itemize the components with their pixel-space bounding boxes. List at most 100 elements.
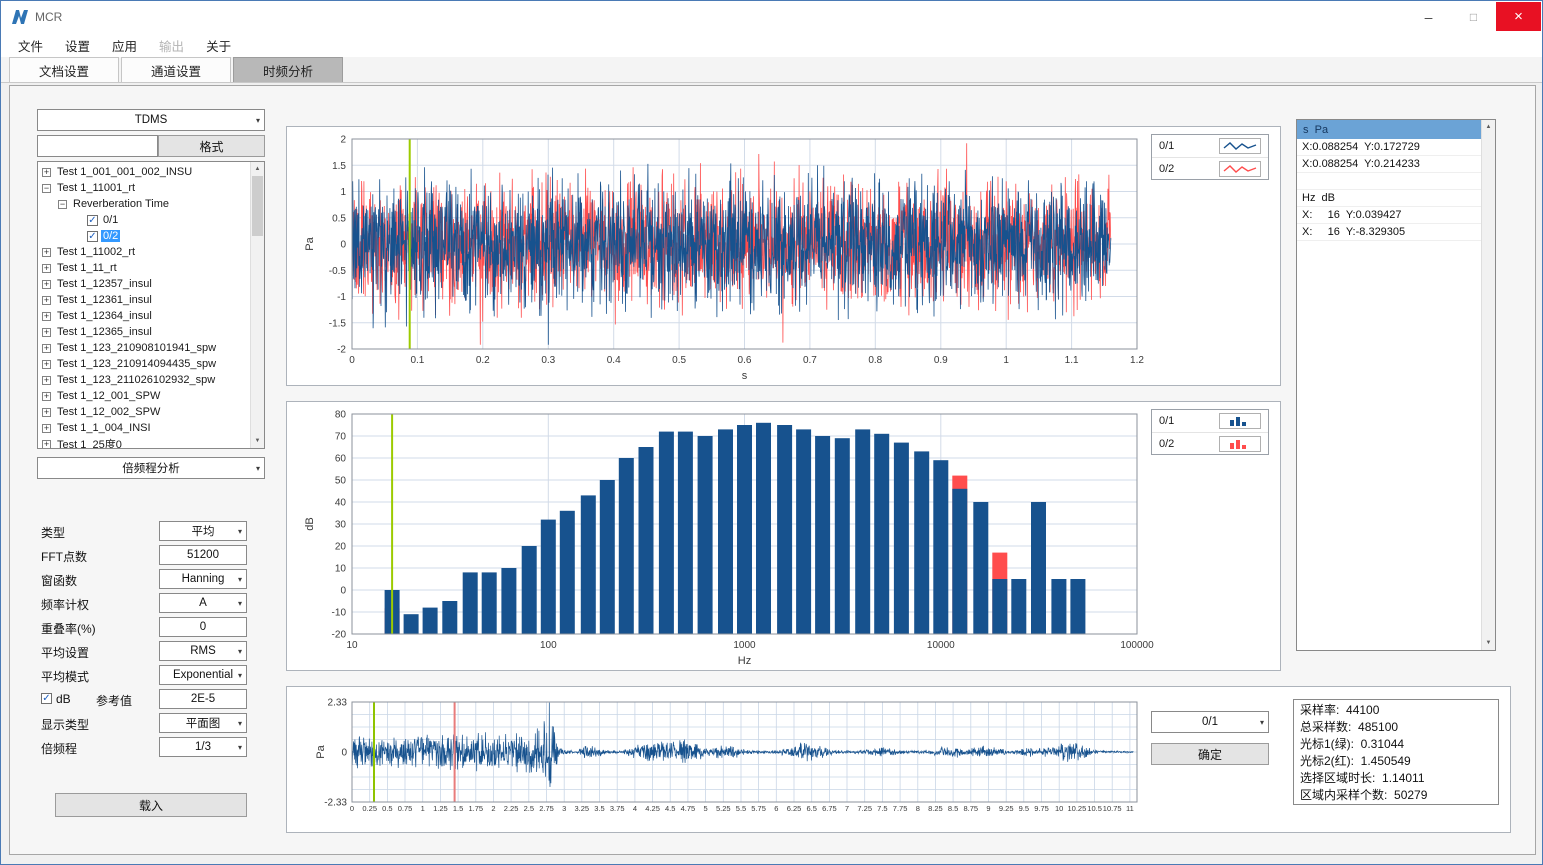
tabbar: 文档设置通道设置时频分析 — [1, 57, 1542, 83]
readout-row: X: 16 Y:0.039427 — [1297, 207, 1481, 224]
svg-text:0.6: 0.6 — [738, 355, 752, 366]
tree-item[interactable]: +Test 1_123_211026102932_spw — [38, 372, 264, 388]
expand-icon[interactable]: + — [42, 280, 51, 289]
collapse-icon[interactable]: − — [58, 200, 67, 209]
svg-text:0: 0 — [341, 748, 347, 759]
tree-item-label: Test 1_12_002_SPW — [55, 406, 162, 418]
field-average-mode[interactable]: Exponential▾ — [159, 665, 247, 685]
field-window-function[interactable]: Hanning▾ — [159, 569, 247, 589]
tree-item[interactable]: ✓0/1 — [38, 212, 264, 228]
tree-item[interactable]: + Test 1_12_002_SPW — [38, 404, 264, 420]
scroll-down-icon[interactable]: ▼ — [1482, 636, 1495, 650]
legend-item-0-1[interactable]: 0/1 — [1152, 410, 1268, 432]
menu-item-settings[interactable]: 设置 — [54, 33, 101, 57]
load-button[interactable]: 载入 — [55, 793, 247, 817]
expand-icon[interactable]: + — [42, 408, 51, 417]
tree-item-label: 0/1 — [101, 214, 120, 226]
field-value: 1/3 — [195, 741, 211, 753]
channel-select[interactable]: 0/1▾ — [1151, 711, 1269, 733]
expand-icon[interactable]: + — [42, 392, 51, 401]
svg-text:2: 2 — [340, 135, 346, 146]
tree-item[interactable]: +Test 1_11_rt — [38, 260, 264, 276]
tree-item[interactable]: +Test 1_25度0 — [38, 436, 264, 449]
tree-item-label: Test 1_11002_rt — [55, 246, 137, 258]
tree-item[interactable]: +Test 1_12357_insul — [38, 276, 264, 292]
expand-icon[interactable]: + — [42, 296, 51, 305]
tree-item[interactable]: +Test 1_12361_insul — [38, 292, 264, 308]
legend-item-0-2[interactable]: 0/2 — [1152, 432, 1268, 454]
analysis-type-select[interactable]: 倍频程分析▾ — [37, 457, 265, 479]
svg-text:7: 7 — [845, 804, 849, 813]
tab-channel-settings[interactable]: 通道设置 — [121, 57, 231, 82]
tab-time-frequency-analysis[interactable]: 时频分析 — [233, 57, 343, 82]
tree-item-label: Test 1_123_210908101941_spw — [55, 342, 218, 354]
scroll-down-icon[interactable]: ▼ — [251, 434, 264, 448]
tree-item[interactable]: +Test 1_12_001_SPW — [38, 388, 264, 404]
tree-item[interactable]: +Test 1_1_004_INSI — [38, 420, 264, 436]
time-waveform-chart[interactable]: 00.10.20.30.40.50.60.70.80.911.11.221.51… — [286, 126, 1281, 386]
tree-scrollbar[interactable]: ▲ ▼ — [250, 162, 264, 448]
format-button[interactable]: 格式 — [158, 135, 265, 157]
analysis-type-value: 倍频程分析 — [122, 460, 180, 476]
chevron-down-icon: ▾ — [238, 575, 242, 584]
svg-text:1.25: 1.25 — [433, 804, 448, 813]
expand-icon[interactable]: + — [42, 312, 51, 321]
tree-item[interactable]: ✓0/2 — [38, 228, 264, 244]
tree-item[interactable]: +Test 1_123_210914094435_spw — [38, 356, 264, 372]
confirm-button[interactable]: 确定 — [1151, 743, 1269, 765]
expand-icon[interactable]: + — [42, 248, 51, 257]
menu-item-about[interactable]: 关于 — [195, 33, 242, 57]
tree-item-label: Test 1_12365_insul — [55, 326, 154, 338]
expand-icon[interactable]: + — [42, 360, 51, 369]
file-format-select[interactable]: TDMS▾ — [37, 109, 265, 131]
field-fft-points[interactable]: 51200 — [159, 545, 247, 565]
db-checkbox[interactable]: ✓ — [41, 693, 52, 704]
filter-input[interactable] — [37, 135, 158, 157]
tree-item[interactable]: −Test 1_11001_rt — [38, 180, 264, 196]
tree-item[interactable]: + Test 1_123_210908101941_spw — [38, 340, 264, 356]
octave-spectrum-chart[interactable]: 80706050403020100-10-2010100100010000100… — [286, 401, 1281, 671]
field-db-reference[interactable]: 2E-5 — [159, 689, 247, 709]
field-average-setting[interactable]: RMS▾ — [159, 641, 247, 661]
info-value: 1.14011 — [1382, 771, 1425, 785]
readout-scrollbar[interactable]: ▲ ▼ — [1481, 120, 1495, 650]
scroll-up-icon[interactable]: ▲ — [251, 162, 264, 176]
svg-text:70: 70 — [335, 432, 347, 443]
tab-document-settings[interactable]: 文档设置 — [9, 57, 119, 82]
tree-item[interactable]: +Test 1_12364_insul — [38, 308, 264, 324]
collapse-icon[interactable]: − — [42, 184, 51, 193]
field-frequency-weighting[interactable]: A▾ — [159, 593, 247, 613]
menu-item-apply[interactable]: 应用 — [101, 33, 148, 57]
svg-text:100: 100 — [540, 640, 557, 651]
maximize-button[interactable]: □ — [1451, 2, 1496, 31]
tree-item[interactable]: −Reverberation Time — [38, 196, 264, 212]
field-octave-fraction[interactable]: 1/3▾ — [159, 737, 247, 757]
expand-icon[interactable]: + — [42, 440, 51, 449]
readout-row: X:0.088254 Y:0.214233 — [1297, 156, 1481, 173]
svg-text:-1: -1 — [337, 292, 346, 303]
expand-icon[interactable]: + — [42, 328, 51, 337]
minimize-button[interactable]: – — [1406, 2, 1451, 31]
info-label: 光标2(红): — [1300, 752, 1361, 769]
expand-icon[interactable]: + — [42, 168, 51, 177]
svg-text:8: 8 — [916, 804, 920, 813]
channel-checkbox[interactable]: ✓ — [87, 231, 98, 242]
tree-item[interactable]: + Test 1_12365_insul — [38, 324, 264, 340]
scrollbar-thumb[interactable] — [252, 176, 263, 236]
field-overlap-percent[interactable]: 0 — [159, 617, 247, 637]
field-type[interactable]: 平均▾ — [159, 521, 247, 541]
tree-item[interactable]: + Test 1_11002_rt — [38, 244, 264, 260]
channel-checkbox[interactable]: ✓ — [87, 215, 98, 226]
legend-item-0-2[interactable]: 0/2 — [1152, 157, 1268, 179]
menu-item-file[interactable]: 文件 — [7, 33, 54, 57]
field-display-type[interactable]: 平面图▾ — [159, 713, 247, 733]
legend-item-0-1[interactable]: 0/1 — [1152, 135, 1268, 157]
tree-item[interactable]: +Test 1_001_001_002_INSU — [38, 164, 264, 180]
expand-icon[interactable]: + — [42, 344, 51, 353]
expand-icon[interactable]: + — [42, 424, 51, 433]
expand-icon[interactable]: + — [42, 264, 51, 273]
expand-icon[interactable]: + — [42, 376, 51, 385]
close-button[interactable]: × — [1496, 2, 1541, 31]
scroll-up-icon[interactable]: ▲ — [1482, 120, 1495, 134]
field-value: 51200 — [187, 549, 219, 561]
